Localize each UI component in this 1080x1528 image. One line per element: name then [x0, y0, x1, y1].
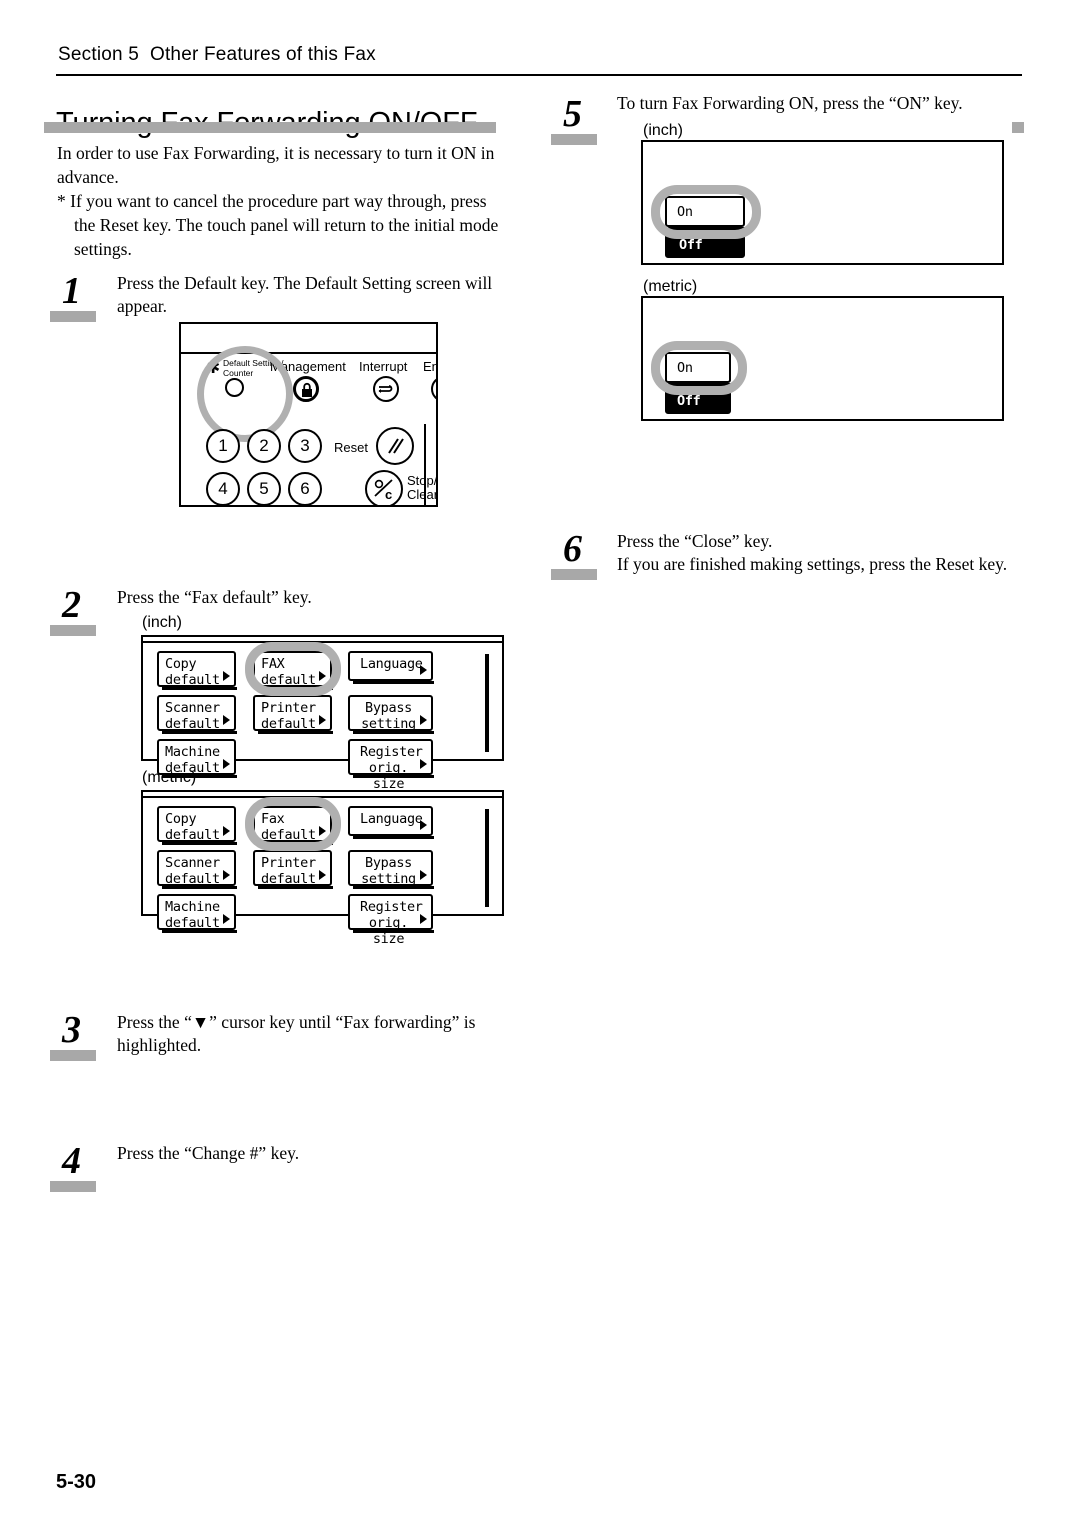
key-register-orig-size-metric[interactable]: Register orig. size: [348, 894, 434, 947]
key-scanner-default-inch[interactable]: Scanner default: [157, 695, 237, 734]
reset-icon: [376, 427, 414, 465]
step-5-number: 5: [563, 93, 582, 135]
step-2-text: Press the “Fax default” key.: [117, 587, 312, 607]
svg-text:c: c: [385, 487, 392, 502]
cp-key-label-interrupt: Interrupt: [359, 359, 408, 374]
lcd-top-rule: [143, 796, 502, 798]
default-setting-screen-inch: Copy default FAX default Language Scanne…: [141, 635, 504, 792]
asterisk-icon: ✱: [206, 358, 221, 378]
lock-icon: [293, 376, 319, 402]
step-6-text: Press the “Close” key. If you are finish…: [617, 531, 1008, 574]
step-4-underline: [50, 1181, 96, 1192]
default-setting-screen-metric: Copy default Fax default Language Scanne…: [141, 790, 504, 947]
key-scanner-default-metric[interactable]: Scanner default: [157, 850, 237, 889]
stop-clear-label: Stop/ Clear: [407, 473, 438, 502]
numeric-key-2: 2: [247, 429, 281, 463]
title-underline-bar: [44, 122, 496, 133]
metric-caption-step2: (metric): [142, 769, 197, 786]
title-bar-tick: [1012, 122, 1024, 133]
chevron-right-icon: [420, 715, 427, 725]
on-key-metric[interactable]: On: [665, 352, 731, 383]
key-language-inch[interactable]: Language: [348, 651, 434, 684]
cp-right-edge: [424, 424, 426, 505]
chevron-right-icon: [319, 715, 326, 725]
key-bypass-setting-inch[interactable]: Bypass setting: [348, 695, 434, 734]
numeric-key-1: 1: [206, 429, 240, 463]
key-language-metric[interactable]: Language: [348, 806, 434, 839]
step-2-number: 2: [62, 584, 81, 626]
step-6-underline: [551, 569, 597, 580]
reset-label: Reset: [334, 440, 368, 455]
stop-clear-icon: c: [365, 470, 403, 505]
step-3-text: Press the “▼” cursor key until “Fax forw…: [117, 1012, 476, 1055]
chevron-right-icon: [420, 820, 427, 830]
inch-caption-step2: (inch): [142, 614, 183, 631]
chevron-right-icon: [420, 665, 427, 675]
chevron-right-icon: [223, 671, 230, 681]
key-machine-default-metric[interactable]: Machine default: [157, 894, 237, 933]
chevron-right-icon: [223, 826, 230, 836]
control-panel-illustration: ✱ Default Setting / Counter Management I…: [179, 322, 438, 507]
cp-top-divider: [181, 352, 436, 354]
key-fax-default-inch[interactable]: FAX default: [253, 651, 333, 690]
off-key-inch[interactable]: Off: [665, 231, 745, 258]
cp-key-label-energy: Energ: [423, 359, 438, 374]
document-page: Section 5 Other Features of this Fax Tur…: [0, 0, 1080, 1528]
metric-caption-step5: (metric): [643, 278, 698, 295]
step-3-underline: [50, 1050, 96, 1061]
on-key-inch[interactable]: On: [665, 196, 745, 227]
chevron-right-icon: [223, 914, 230, 924]
key-register-orig-size-inch[interactable]: Register orig. size: [348, 739, 434, 792]
step-1-number: 1: [62, 270, 81, 312]
chevron-right-icon: [319, 870, 326, 880]
key-copy-default-inch[interactable]: Copy default: [157, 651, 237, 690]
lcd-scrollbar-metric[interactable]: [485, 809, 489, 907]
intro-paragraph: In order to use Fax Forwarding, it is ne…: [57, 143, 495, 187]
key-bypass-setting-metric[interactable]: Bypass setting: [348, 850, 434, 889]
step-1-text: Press the Default key. The Default Setti…: [117, 273, 493, 316]
chevron-right-icon: [319, 826, 326, 836]
chevron-right-icon: [223, 759, 230, 769]
lcd-scrollbar-inch[interactable]: [485, 654, 489, 752]
chevron-right-icon: [223, 715, 230, 725]
numeric-key-5: 5: [247, 472, 281, 505]
step-1-underline: [50, 311, 96, 322]
numeric-key-3: 3: [288, 429, 322, 463]
cp-key-label-management: Management: [270, 359, 346, 374]
numeric-key-6: 6: [288, 472, 322, 505]
chevron-right-icon: [420, 914, 427, 924]
chevron-right-icon: [223, 870, 230, 880]
off-key-metric[interactable]: Off: [665, 387, 731, 414]
section-header: Section 5 Other Features of this Fax: [58, 44, 376, 65]
step-5-text: To turn Fax Forwarding ON, press the “ON…: [617, 93, 963, 113]
header-rule: [56, 74, 1022, 76]
fax-forwarding-screen-inch: On Off: [641, 140, 1004, 265]
intro-note: * If you want to cancel the procedure pa…: [57, 191, 499, 259]
chevron-right-icon: [420, 870, 427, 880]
inch-caption-step5: (inch): [643, 122, 684, 139]
chevron-right-icon: [420, 759, 427, 769]
step-5-underline: [551, 134, 597, 145]
key-printer-default-inch[interactable]: Printer default: [253, 695, 333, 734]
step-4-number: 4: [62, 1140, 81, 1182]
page-number: 5-30: [56, 1471, 97, 1493]
lcd-top-rule: [143, 641, 502, 643]
key-fax-default-metric[interactable]: Fax default: [253, 806, 333, 845]
chevron-right-icon: [319, 671, 326, 681]
key-printer-default-metric[interactable]: Printer default: [253, 850, 333, 889]
step-3-number: 3: [62, 1009, 81, 1051]
numeric-key-4: 4: [206, 472, 240, 505]
energy-saver-icon: [431, 376, 436, 402]
step-2-underline: [50, 625, 96, 636]
fax-forwarding-screen-metric: On Off: [641, 296, 1004, 421]
intro-block: In order to use Fax Forwarding, it is ne…: [57, 141, 509, 261]
default-setting-led-icon: [225, 378, 244, 397]
interrupt-icon: [373, 376, 399, 402]
step-4-text: Press the “Change #” key.: [117, 1143, 300, 1163]
step-6-number: 6: [563, 528, 582, 570]
key-copy-default-metric[interactable]: Copy default: [157, 806, 237, 845]
